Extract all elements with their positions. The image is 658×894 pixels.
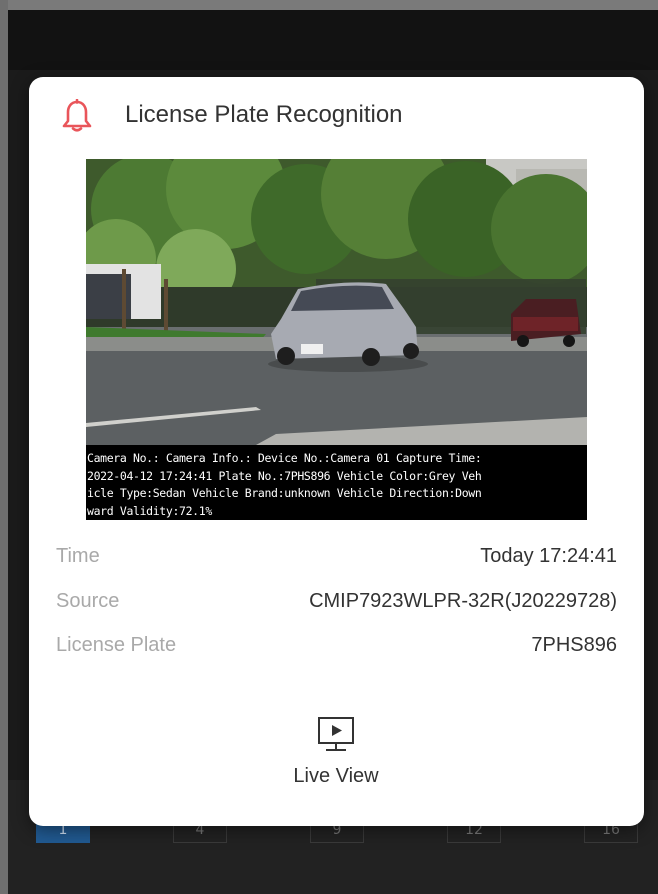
dialog-header: License Plate Recognition bbox=[29, 77, 644, 155]
detail-value: 7PHS896 bbox=[531, 634, 617, 656]
capture-snapshot: Camera No.: Camera Info.: Device No.:Cam… bbox=[86, 159, 587, 520]
live-view-label: Live View bbox=[293, 765, 379, 787]
osd-line: 2022-04-12 17:24:41 Plate No.:7PHS896 Ve… bbox=[87, 468, 482, 483]
detail-row-time: Time Today 17:24:41 bbox=[56, 545, 617, 575]
left-edge-strip bbox=[0, 0, 8, 894]
app-screen: 1 4 9 12 16 License Plate Recognition Ca… bbox=[0, 0, 658, 894]
lpr-alarm-dialog: License Plate Recognition Camera No.: Ca… bbox=[29, 77, 644, 826]
detail-label: Source bbox=[56, 590, 120, 612]
background-toolbar bbox=[8, 10, 658, 70]
detail-label: Time bbox=[56, 545, 100, 567]
bell-icon bbox=[62, 99, 92, 132]
detail-value: CMIP7923WLPR-32R(J20229728) bbox=[309, 590, 617, 612]
detail-row-source: Source CMIP7923WLPR-32R(J20229728) bbox=[56, 590, 617, 620]
capture-image bbox=[86, 159, 587, 445]
capture-osd-overlay: Camera No.: Camera Info.: Device No.:Cam… bbox=[86, 445, 587, 520]
detail-label: License Plate bbox=[56, 634, 177, 656]
osd-line: Camera No.: Camera Info.: Device No.:Cam… bbox=[87, 451, 482, 465]
osd-line: icle Type:Sedan Vehicle Brand:unknown Ve… bbox=[87, 486, 482, 500]
detail-value: Today 17:24:41 bbox=[480, 545, 617, 567]
osd-line: ward Validity:72.1% bbox=[87, 503, 212, 518]
live-view-button[interactable]: Live View bbox=[266, 707, 406, 797]
detail-row-license-plate: License Plate 7PHS896 bbox=[56, 634, 617, 664]
live-view-icon bbox=[318, 717, 354, 751]
dialog-title: License Plate Recognition bbox=[125, 101, 403, 128]
top-status-strip bbox=[0, 0, 658, 10]
